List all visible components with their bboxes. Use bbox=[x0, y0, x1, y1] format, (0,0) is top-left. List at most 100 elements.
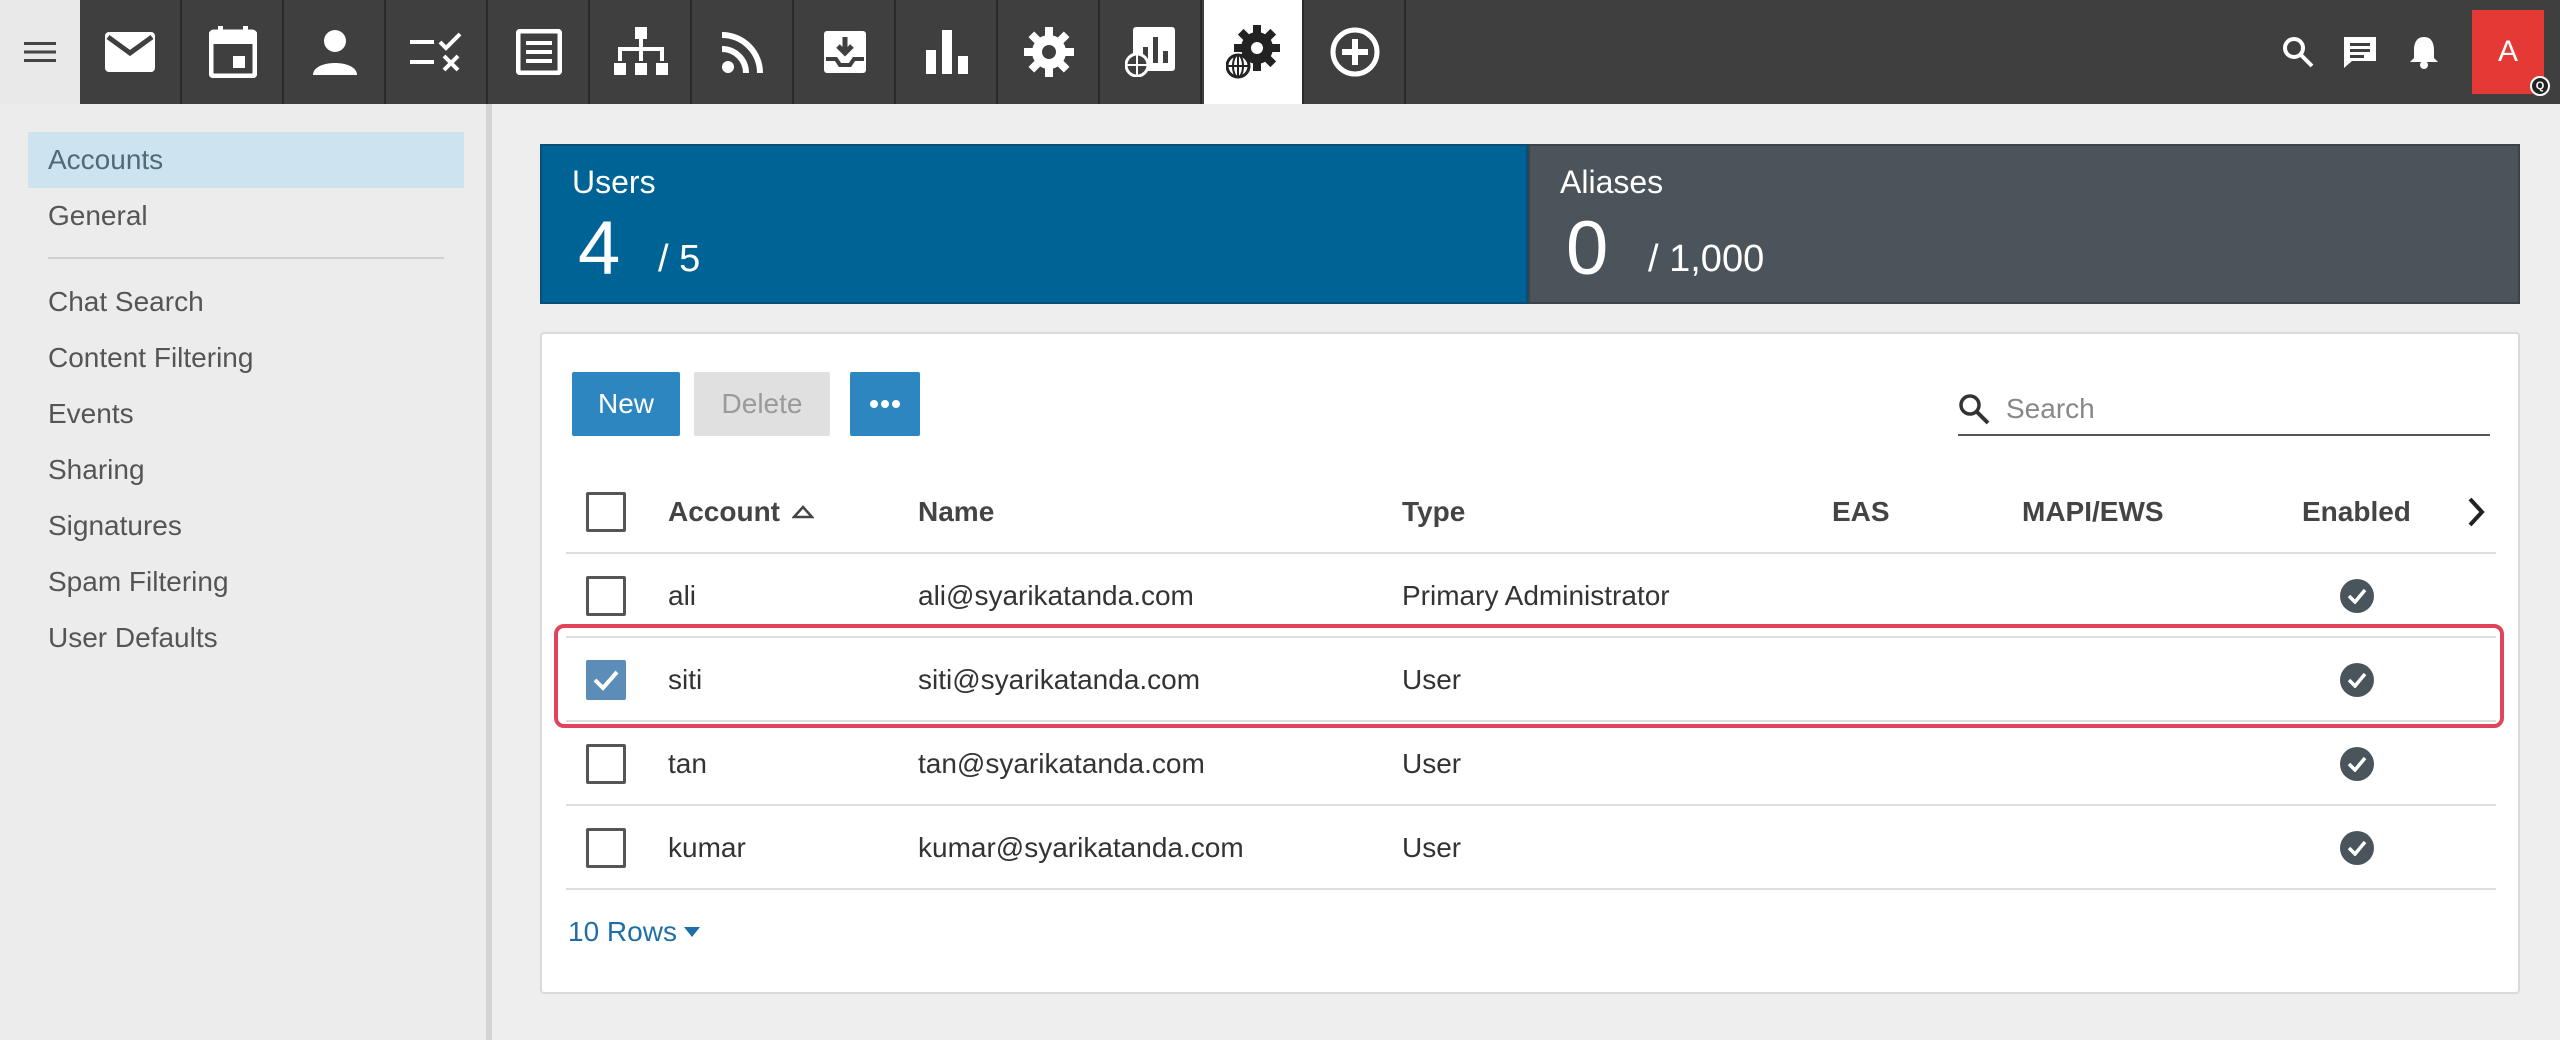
select-all-cell bbox=[586, 470, 626, 554]
users-label: Users bbox=[572, 164, 656, 200]
enabled-check-icon bbox=[2340, 747, 2374, 781]
bell-icon bbox=[2410, 37, 2438, 69]
sidebar-item-chat-search[interactable]: Chat Search bbox=[28, 274, 464, 330]
column-header-eas[interactable]: EAS bbox=[1832, 470, 1890, 554]
chat-button[interactable] bbox=[2336, 0, 2384, 104]
sidebar-item-sharing[interactable]: Sharing bbox=[28, 442, 464, 498]
row-checkbox[interactable] bbox=[586, 828, 626, 868]
row-checkbox-checked[interactable] bbox=[586, 660, 626, 700]
table-row[interactable]: ali ali@syarikatanda.com Primary Adminis… bbox=[566, 554, 2496, 638]
enabled-check-icon bbox=[2340, 663, 2374, 697]
row-checkbox[interactable] bbox=[586, 744, 626, 784]
add-button[interactable] bbox=[1306, 0, 1406, 104]
rows-per-page-dropdown[interactable]: 10 Rows bbox=[568, 916, 701, 948]
top-navigation-bar: A Q bbox=[0, 0, 2560, 104]
avatar-letter: A bbox=[2497, 35, 2518, 68]
search-button[interactable] bbox=[2272, 0, 2324, 104]
settings-icon bbox=[1024, 27, 1074, 77]
type-cell: User bbox=[1402, 748, 1462, 779]
calendar-icon bbox=[209, 26, 257, 78]
enabled-check-icon bbox=[2340, 831, 2374, 865]
users-stat-tile[interactable]: Users 4 / 5 bbox=[540, 144, 1528, 304]
users-count: 4 bbox=[578, 206, 621, 291]
type-cell: Primary Administrator bbox=[1402, 580, 1670, 611]
name-cell: kumar@syarikatanda.com bbox=[918, 832, 1244, 863]
account-cell: tan bbox=[668, 748, 707, 779]
name-cell: ali@syarikatanda.com bbox=[918, 580, 1194, 611]
column-header-enabled[interactable]: Enabled bbox=[2302, 470, 2411, 554]
caret-down-icon bbox=[683, 927, 700, 937]
tasks-icon bbox=[410, 32, 462, 72]
row-checkbox[interactable] bbox=[586, 576, 626, 616]
account-cell: kumar bbox=[668, 832, 746, 863]
sidebar-item-general[interactable]: General bbox=[28, 188, 464, 244]
menu-icon bbox=[24, 42, 56, 62]
column-header-type[interactable]: Type bbox=[1402, 470, 1465, 554]
scroll-columns-right-button[interactable] bbox=[2466, 470, 2486, 554]
user-avatar[interactable]: A Q bbox=[2472, 10, 2550, 96]
rss-button[interactable] bbox=[694, 0, 794, 104]
org-chart-icon bbox=[614, 27, 668, 75]
mail-button[interactable] bbox=[80, 0, 182, 104]
notes-icon bbox=[516, 29, 562, 75]
aliases-limit: / 1,000 bbox=[1648, 238, 1765, 280]
avatar-badge: Q bbox=[2530, 76, 2550, 96]
select-all-checkbox[interactable] bbox=[586, 492, 626, 532]
menu-button[interactable] bbox=[0, 0, 80, 104]
account-cell: siti bbox=[668, 664, 703, 695]
calendar-button[interactable] bbox=[184, 0, 284, 104]
sidebar-divider bbox=[48, 257, 444, 259]
notes-button[interactable] bbox=[490, 0, 590, 104]
rss-icon bbox=[722, 32, 763, 73]
sidebar-item-user-defaults[interactable]: User Defaults bbox=[28, 610, 464, 666]
column-header-mapi-ews[interactable]: MAPI/EWS bbox=[2022, 470, 2164, 554]
search-box bbox=[1958, 384, 2490, 436]
delete-button[interactable]: Delete bbox=[694, 372, 830, 436]
tasks-button[interactable] bbox=[388, 0, 488, 104]
table-row-selected[interactable]: siti siti@syarikatanda.com User bbox=[566, 638, 2496, 722]
settings-button[interactable] bbox=[1000, 0, 1100, 104]
enabled-cell bbox=[2340, 806, 2374, 890]
domain-settings-icon bbox=[1226, 25, 1280, 79]
notifications-button[interactable] bbox=[2400, 0, 2448, 104]
row-select-cell bbox=[586, 554, 626, 638]
table-row[interactable]: kumar kumar@syarikatanda.com User bbox=[566, 806, 2496, 890]
contacts-button[interactable] bbox=[286, 0, 386, 104]
domain-reports-button[interactable] bbox=[1102, 0, 1202, 104]
search-icon bbox=[2283, 37, 2314, 68]
org-chart-button[interactable] bbox=[592, 0, 692, 104]
reports-button[interactable] bbox=[898, 0, 998, 104]
chevron-right-icon bbox=[2468, 497, 2485, 527]
name-cell: siti@syarikatanda.com bbox=[918, 664, 1201, 695]
sidebar-item-events[interactable]: Events bbox=[28, 386, 464, 442]
search-input[interactable] bbox=[2006, 393, 2446, 425]
settings-sidebar: Accounts General Chat Search Content Fil… bbox=[0, 104, 492, 1040]
name-cell: tan@syarikatanda.com bbox=[918, 748, 1205, 779]
type-cell: User bbox=[1402, 832, 1462, 863]
users-limit: / 5 bbox=[658, 238, 701, 280]
more-actions-button[interactable] bbox=[850, 372, 920, 436]
column-header-account[interactable]: Account bbox=[668, 470, 814, 554]
column-header-account-label: Account bbox=[668, 496, 780, 527]
row-select-cell bbox=[586, 806, 626, 890]
more-icon bbox=[870, 400, 900, 408]
table-row[interactable]: tan tan@syarikatanda.com User bbox=[566, 722, 2496, 806]
aliases-stat-tile[interactable]: Aliases 0 / 1,000 bbox=[1528, 144, 2520, 304]
column-header-name[interactable]: Name bbox=[918, 470, 994, 554]
sidebar-item-spam-filtering[interactable]: Spam Filtering bbox=[28, 554, 464, 610]
aliases-count: 0 bbox=[1566, 206, 1609, 291]
add-icon bbox=[1330, 27, 1380, 77]
rows-per-page-label: 10 Rows bbox=[568, 916, 677, 947]
new-button[interactable]: New bbox=[572, 372, 680, 436]
sidebar-item-content-filtering[interactable]: Content Filtering bbox=[28, 330, 464, 386]
type-cell: User bbox=[1402, 664, 1462, 695]
domain-settings-button[interactable] bbox=[1204, 0, 1304, 104]
enabled-cell bbox=[2340, 638, 2374, 722]
contacts-icon bbox=[313, 30, 357, 75]
sidebar-item-accounts[interactable]: Accounts bbox=[28, 132, 464, 188]
archive-button[interactable] bbox=[796, 0, 896, 104]
accounts-panel: New Delete Account Name Type EAS MAPI/EW… bbox=[540, 332, 2520, 994]
table-header-row: Account Name Type EAS MAPI/EWS Enabled bbox=[566, 470, 2496, 554]
enabled-cell bbox=[2340, 554, 2374, 638]
sidebar-item-signatures[interactable]: Signatures bbox=[28, 498, 464, 554]
